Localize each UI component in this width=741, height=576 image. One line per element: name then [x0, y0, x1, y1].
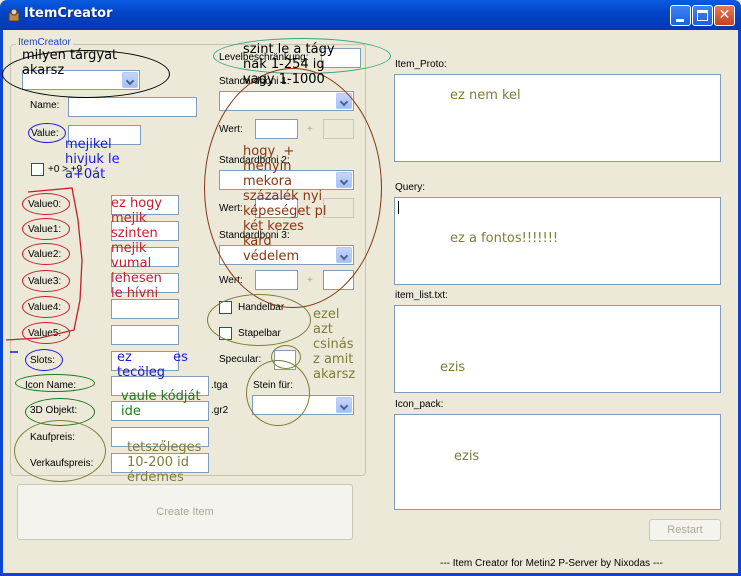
annotation-slots-note: ez es tecöleg: [117, 350, 188, 380]
annotation-proto-note: ez nem kel: [450, 88, 521, 103]
item-proto-textarea[interactable]: [394, 74, 721, 162]
annotation-level-note: szint le a tágy nak 1-254 ig vagy 1-1000: [243, 42, 335, 87]
item-list-textarea[interactable]: [394, 305, 721, 393]
annotation-ellipse-icon-name: [15, 374, 95, 392]
plus-level-checkbox[interactable]: [31, 163, 44, 176]
minimize-icon: [676, 19, 684, 22]
annotation-query-note: ez a fontos!!!!!!!: [450, 231, 559, 246]
annotation-price-note: tetszőleges 10-200 id érdemes: [127, 440, 202, 485]
close-icon: ✕: [718, 7, 731, 23]
annotation-bonus-note: hogy + menyin mekora százalék nyi képesé…: [243, 144, 327, 264]
annotation-ellipse-price: [14, 420, 106, 482]
item-creator-app-icon: [8, 8, 20, 22]
annotation-vnum-note: vaule kódját ide: [121, 389, 201, 419]
annotation-type-note: milyen tárgyat akarsz: [22, 48, 118, 78]
footer-credit: --- Item Creator for Metin2 P-Server by …: [440, 558, 663, 569]
annotation-bracket-values: [5, 187, 83, 353]
name-input[interactable]: [68, 97, 197, 117]
annotation-list-note: ezis: [440, 360, 466, 375]
text-caret: [398, 201, 399, 214]
name-label: Name:: [30, 100, 60, 111]
query-label: Query:: [395, 182, 426, 193]
value4-input[interactable]: [111, 299, 179, 319]
annotation-ellipse-value: [28, 123, 66, 143]
item-proto-label: Item_Proto:: [395, 59, 447, 70]
annotation-values-note: ez hogy mejik szinten mejik vumal lehese…: [111, 196, 163, 301]
window-title: ItemCreator: [24, 6, 113, 21]
specular-label: Specular:: [219, 354, 262, 365]
minimize-button[interactable]: [670, 5, 691, 26]
icon-ext-label: .tga: [211, 380, 228, 391]
close-button[interactable]: ✕: [714, 5, 735, 26]
3d-object-ext-label: .gr2: [211, 405, 229, 416]
chevron-down-icon: [336, 397, 352, 413]
annotation-flags-note: ezel azt csinás z amit akarsz: [313, 307, 356, 382]
item-list-label: item_list.txt:: [395, 290, 448, 301]
annotation-icon-pack-note: ezis: [454, 449, 480, 464]
maximize-button[interactable]: [692, 5, 713, 26]
icon-pack-textarea[interactable]: [394, 414, 721, 510]
groupbox-legend: ItemCreator: [16, 37, 73, 48]
restart-button[interactable]: Restart: [649, 519, 721, 541]
annotation-ellipse-flags: [207, 294, 311, 346]
create-item-button[interactable]: Create Item: [17, 484, 353, 540]
icon-pack-label: Icon_pack:: [395, 399, 444, 410]
value5-input[interactable]: [111, 325, 179, 345]
maximize-icon: [697, 10, 708, 21]
annotation-ellipse-specular: [271, 345, 301, 369]
annotation-ellipse-stone: [246, 360, 310, 426]
annotation-value-note: mejikel hivjuk le a+0át: [65, 137, 120, 182]
